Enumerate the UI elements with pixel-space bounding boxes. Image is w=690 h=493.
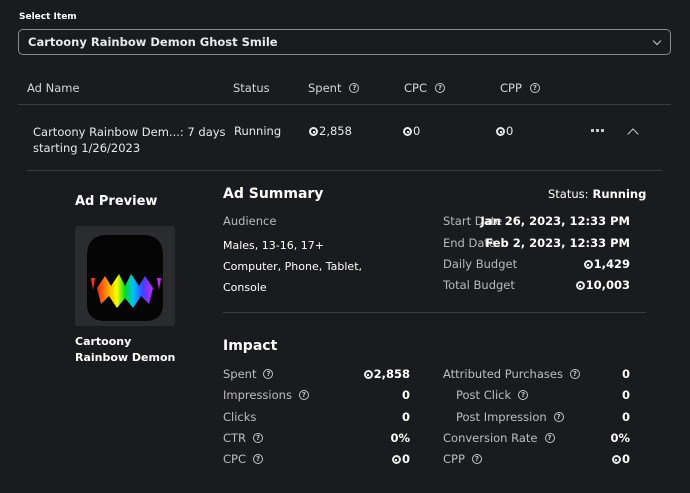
audience-value: Males, 13-16, 17+ Computer, Phone, Table… xyxy=(223,239,362,294)
help-icon[interactable]: ? xyxy=(253,454,263,464)
cpp-cell: 0 xyxy=(496,124,513,138)
daily-budget-label: Daily Budget xyxy=(443,257,518,271)
impact-cpp-label: CPP? xyxy=(443,452,482,466)
chevron-up-icon[interactable] xyxy=(627,128,639,140)
robux-icon xyxy=(363,370,373,379)
help-icon[interactable]: ? xyxy=(349,83,360,93)
robux-icon xyxy=(403,127,412,136)
impact-cpc-label: CPC? xyxy=(223,452,263,466)
ad-name-cell: Cartoony Rainbow Dem...: 7 days starting… xyxy=(33,125,226,155)
help-icon[interactable]: ? xyxy=(471,454,482,464)
impact-impressions-value: 0 xyxy=(401,388,410,402)
daily-budget-value: 1,429 xyxy=(530,257,630,271)
impact-post-click-label: Post Click? xyxy=(456,388,529,402)
impact-cpc-value: 0 xyxy=(330,452,410,466)
ad-preview-title: Ad Preview xyxy=(75,194,158,209)
chevron-down-icon xyxy=(652,36,662,46)
help-icon[interactable]: ? xyxy=(263,369,274,379)
impact-attributed-purchases-value: 0 xyxy=(621,367,630,381)
impact-post-click-value: 0 xyxy=(621,388,630,402)
robux-icon xyxy=(575,281,585,290)
impact-spent-value: 2,858 xyxy=(330,367,410,381)
column-header-cpc: CPC ? xyxy=(404,81,445,95)
impact-post-impression-value: 0 xyxy=(621,410,630,424)
impact-clicks-label: Clicks xyxy=(223,410,257,424)
help-icon[interactable]: ? xyxy=(529,83,540,93)
end-date-value: Feb 2, 2023, 12:33 PM xyxy=(485,236,630,250)
impact-spent-label: Spent? xyxy=(223,367,274,381)
start-date-value: Jan 26, 2023, 12:33 PM xyxy=(480,214,630,228)
select-item-label: Select Item xyxy=(19,12,77,22)
status-cell: Running xyxy=(234,124,282,138)
impact-clicks-value: 0 xyxy=(401,410,410,424)
robux-icon xyxy=(496,127,505,136)
select-item-dropdown[interactable]: Cartoony Rainbow Demon Ghost Smile xyxy=(18,29,671,55)
column-header-spent: Spent ? xyxy=(308,81,360,95)
impact-ctr-label: CTR? xyxy=(223,431,264,445)
select-item-value: Cartoony Rainbow Demon Ghost Smile xyxy=(28,35,278,49)
robux-icon xyxy=(583,260,593,269)
impact-conversion-rate-label: Conversion Rate? xyxy=(443,431,555,445)
help-icon[interactable]: ? xyxy=(253,433,264,443)
total-budget-value: 10,003 xyxy=(530,278,630,292)
summary-status: Status: Running xyxy=(548,187,647,201)
impact-conversion-rate-value: 0% xyxy=(610,431,630,445)
impact-cpp-value: 0 xyxy=(550,452,630,466)
summary-divider xyxy=(223,312,646,313)
help-icon[interactable]: ? xyxy=(518,390,529,400)
robux-icon xyxy=(611,455,621,464)
item-thumbnail xyxy=(75,226,175,326)
ad-summary-title: Ad Summary xyxy=(223,186,324,202)
robux-icon xyxy=(309,127,318,136)
help-icon[interactable]: ? xyxy=(298,390,309,400)
help-icon[interactable]: ? xyxy=(435,83,445,93)
robux-icon xyxy=(391,455,401,464)
column-header-cpp: CPP ? xyxy=(500,81,540,95)
cpc-cell: 0 xyxy=(403,124,420,138)
item-name: Cartoony Rainbow Demon xyxy=(75,335,176,364)
more-options-icon[interactable] xyxy=(591,129,604,132)
header-divider xyxy=(18,104,671,105)
column-header-ad-name: Ad Name xyxy=(27,81,80,95)
row-divider xyxy=(27,170,662,171)
column-header-status: Status xyxy=(233,81,270,95)
total-budget-label: Total Budget xyxy=(443,278,515,292)
spent-cell: 2,858 xyxy=(309,124,352,138)
audience-label: Audience xyxy=(223,214,277,228)
impact-title: Impact xyxy=(223,338,278,354)
impact-post-impression-label: Post Impression? xyxy=(456,410,564,424)
impact-ctr-value: 0% xyxy=(390,431,410,445)
impact-impressions-label: Impressions? xyxy=(223,388,309,402)
